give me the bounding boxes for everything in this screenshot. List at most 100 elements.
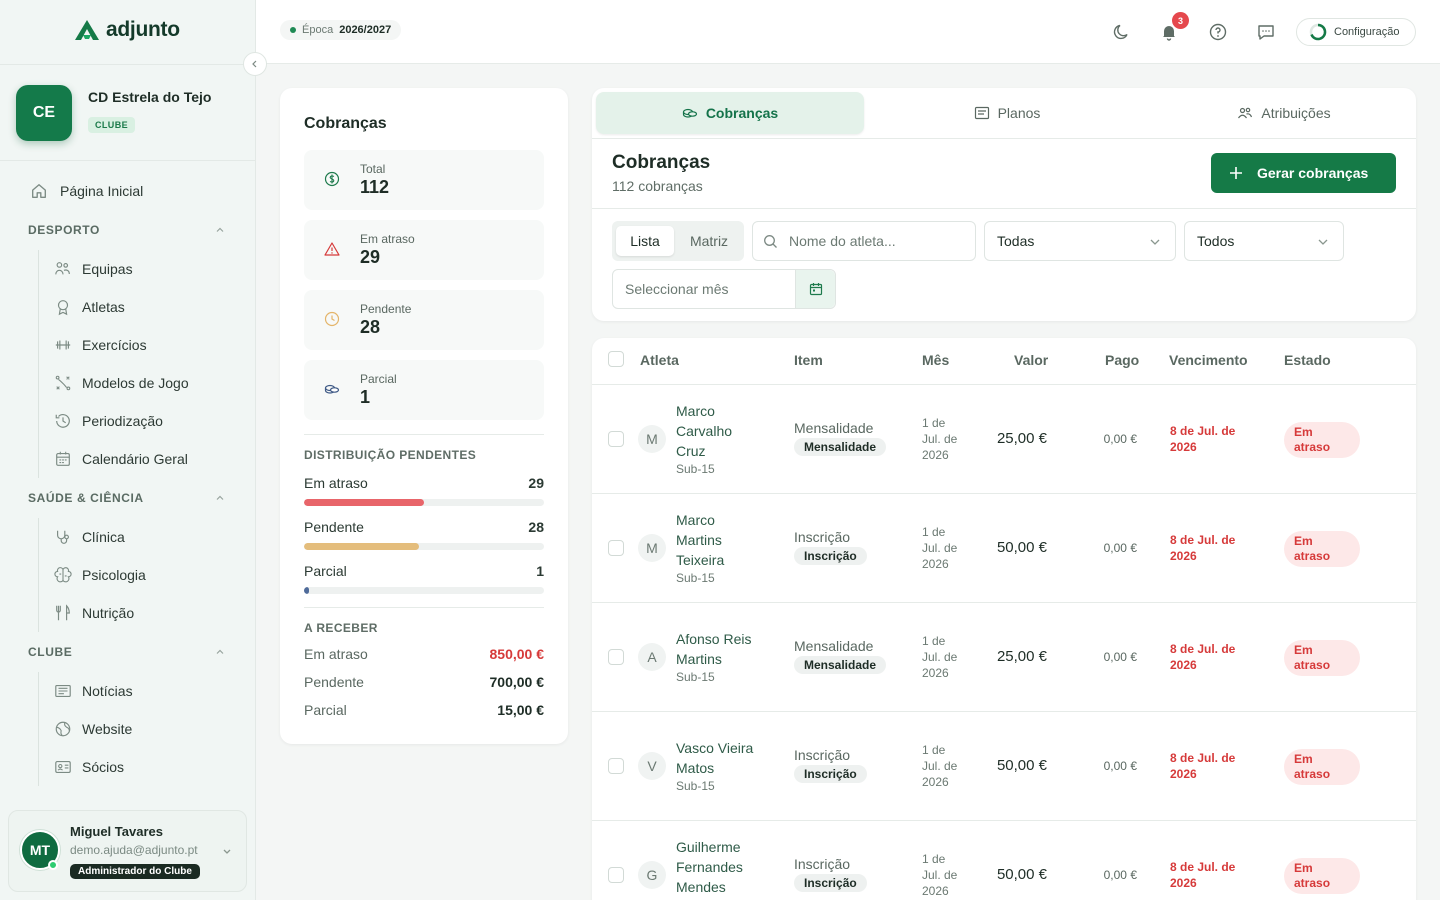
column-header[interactable]: Valor [1014,352,1048,368]
search-input[interactable]: Nome do atleta... [752,221,976,261]
sidebar-item[interactable]: Clínica [39,518,255,556]
nav-section-header[interactable]: DESPORTO [0,210,255,250]
row-checkbox[interactable] [608,540,624,556]
athlete-name-line: Mendes [676,879,726,895]
calendar-button[interactable] [795,270,835,308]
sidebar-item[interactable]: Exercícios [39,326,255,364]
sidebar-item[interactable]: Equipas [39,250,255,288]
receivable-label: Parcial [304,702,347,718]
sidebar-item[interactable]: Website [39,710,255,748]
month-line: 2026 [922,557,949,571]
chevron-down-icon [1318,239,1328,245]
athlete-avatar: M [638,425,666,453]
sidebar-item[interactable]: Modelos de Jogo [39,364,255,402]
athlete-name-line: Marco [676,403,715,419]
sidebar-item[interactable]: Atletas [39,288,255,326]
moon-icon[interactable] [1112,22,1132,42]
generate-charges-button[interactable]: Gerar cobranças [1211,153,1396,193]
athlete-name[interactable]: Afonso Reis Martins Sub-15 [676,629,768,685]
column-header[interactable]: Mês [922,352,949,368]
brain-icon [54,567,72,583]
tab-1[interactable]: Planos [873,92,1141,134]
athlete-name[interactable]: Marco Martins Teixeira Sub-15 [676,510,768,586]
sidebar-item[interactable]: Calendário Geral [39,440,255,478]
view-matrix-button[interactable]: Matriz [680,226,738,256]
sidebar-item[interactable]: Psicologia [39,556,255,594]
nav-section-items: Clínica Psicologia Nutrição [38,518,255,632]
view-list-button[interactable]: Lista [616,226,674,256]
sidebar-item[interactable]: Periodização [39,402,255,440]
row-checkbox[interactable] [608,867,624,883]
chevron-up-icon [216,495,224,500]
brand-logo[interactable]: adjunto [74,18,180,42]
sidebar-item[interactable]: Sócios [39,748,255,786]
nav-section-title: SAÚDE & CIÊNCIA [28,491,144,505]
generate-charges-label: Gerar cobranças [1257,165,1369,181]
table-row[interactable]: A Afonso Reis Martins Sub-15 Mensalidade M… [592,603,1416,712]
charges-panel: Cobranças Planos Atribuições Cobranças 1… [592,88,1416,321]
divider [304,434,544,435]
page-title: Cobranças [612,152,711,173]
season-status-dot [290,27,296,33]
chevron-up-icon [216,649,224,654]
table-row[interactable]: M Marco Martins Teixeira Sub-15 Inscrição I… [592,494,1416,603]
column-header[interactable]: Atleta [640,352,679,368]
sidebar-item-label: Equipas [82,261,133,277]
row-checkbox[interactable] [608,431,624,447]
sidebar-item[interactable]: Notícias [39,672,255,710]
season-label: Época [302,24,334,36]
row-checkbox[interactable] [608,649,624,665]
select-all-checkbox[interactable] [608,351,624,367]
nav-section-header[interactable]: CLUBE [0,632,255,672]
sidebar-item[interactable]: Nutrição [39,594,255,632]
status-filter-select[interactable]: Todas [984,221,1176,261]
distribution-bar-fill [304,587,309,594]
column-header[interactable]: Vencimento [1169,352,1248,368]
newspaper-icon [55,685,71,697]
charge-item: Inscrição Inscrição [794,747,867,783]
globe-icon [55,721,71,737]
help-icon[interactable] [1208,22,1228,42]
chevron-down-icon[interactable] [221,845,233,857]
tab-label: Atribuições [1261,105,1331,121]
charge-paid: 0,00 € [1103,759,1137,773]
message-icon[interactable] [1256,22,1276,42]
athlete-name[interactable]: Vasco Vieira Matos Sub-15 [676,738,768,794]
charge-value: 50,00 € [996,866,1047,883]
charge-paid: 0,00 € [1103,650,1137,664]
sidebar-item-label: Periodização [82,413,163,429]
table-row[interactable]: G GuilhermeFernandesMendesSub-15 Inscriç… [592,821,1416,900]
athlete-avatar: M [638,534,666,562]
charge-item: Inscrição Inscrição [794,856,867,892]
tab-2[interactable]: Atribuições [1150,92,1418,134]
row-checkbox[interactable] [608,758,624,774]
utensils-icon [56,604,70,621]
history-icon [55,414,70,428]
receivable-label: Pendente [304,674,364,690]
users-icon [1238,107,1253,119]
nav-section-header[interactable]: SAÚDE & CIÊNCIA [0,478,255,518]
collapse-sidebar-button[interactable] [243,52,267,76]
stat-card: Em atraso 29 [304,220,544,280]
distribution-label: Pendente [304,519,364,535]
column-header[interactable]: Estado [1284,352,1331,368]
month-picker[interactable]: Seleccionar mês [612,269,836,309]
season-indicator[interactable]: Época 2026/2027 [280,20,402,40]
tab-0[interactable]: Cobranças [596,92,864,134]
table-row[interactable]: V Vasco Vieira Matos Sub-15 Inscrição Insc… [592,712,1416,821]
column-header[interactable]: Item [794,352,823,368]
due-date-line: 2026 [1170,549,1197,563]
home-icon [32,184,46,198]
charge-item-tag: Mensalidade [794,656,887,674]
column-header[interactable]: Pago [1105,352,1139,368]
type-filter-select[interactable]: Todos [1184,221,1344,261]
status-line: atraso [1294,658,1331,672]
athlete-name[interactable]: GuilhermeFernandesMendesSub-15 [676,837,768,900]
config-button[interactable]: Configuração [1296,18,1416,46]
athlete-name[interactable]: Marco Carvalho Cruz Sub-15 [676,401,768,477]
sidebar-item-home[interactable]: Página Inicial [0,172,255,210]
club-switcher[interactable]: CE CD Estrela do Tejo CLUBE [0,64,255,161]
user-email: demo.ajuda@adjunto.pt [70,843,198,857]
user-card[interactable]: MT Miguel Tavares demo.ajuda@adjunto.pt … [8,810,247,892]
table-row[interactable]: M Marco Carvalho Cruz Sub-15 Mensalidade Me… [592,385,1416,494]
